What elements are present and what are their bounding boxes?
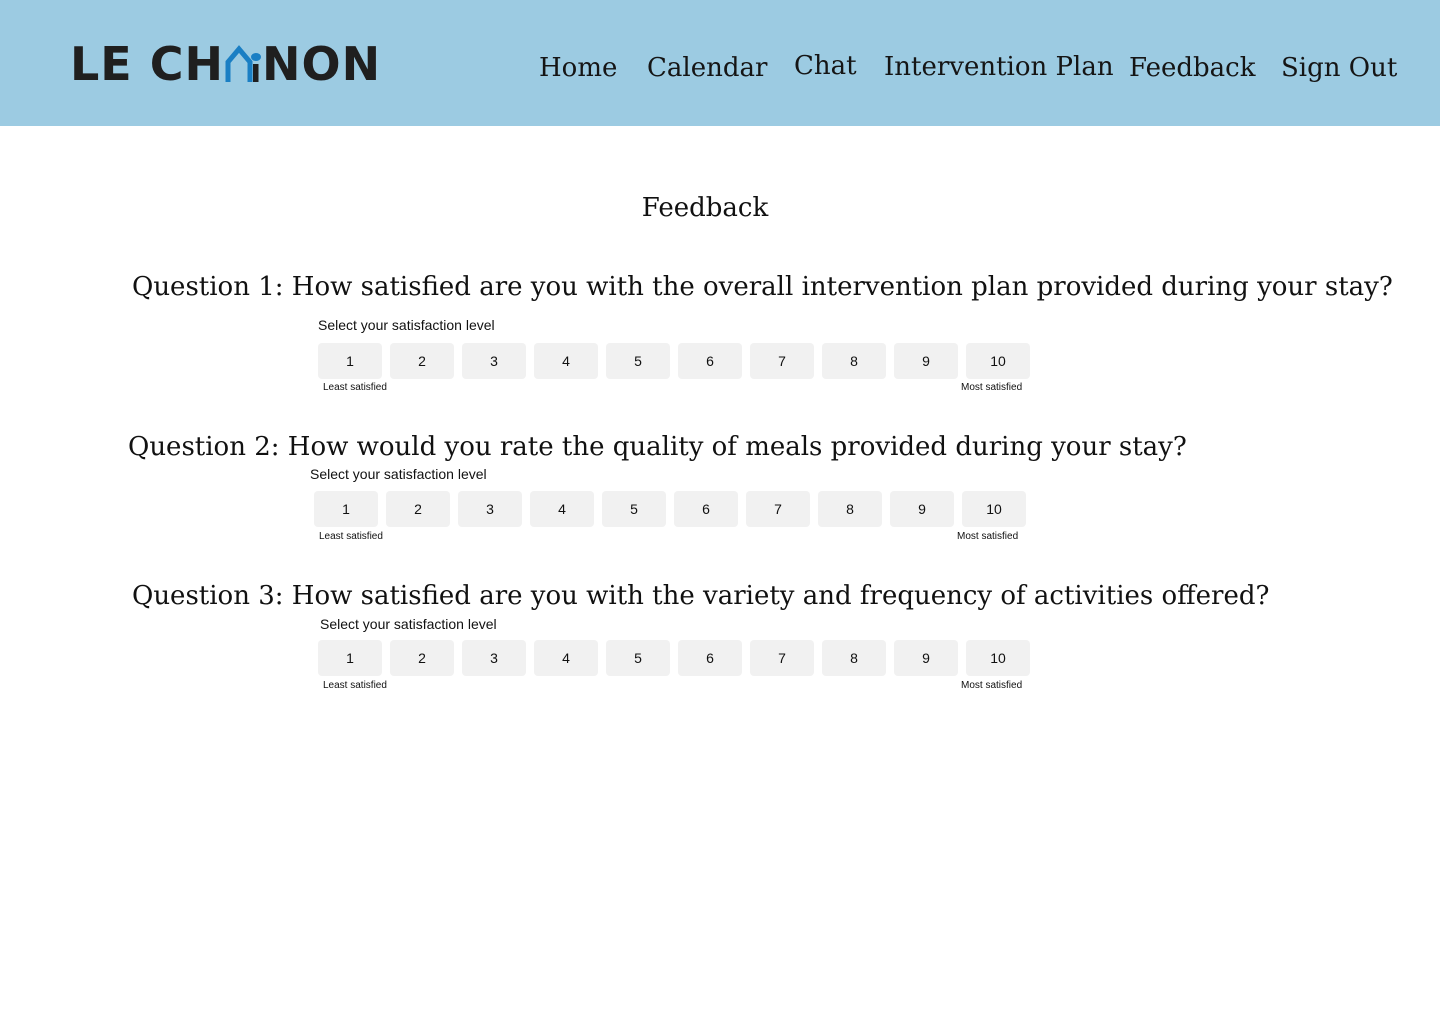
logo-text-right: NON xyxy=(262,37,382,91)
question-2-rating-scale: 1 2 3 4 5 6 7 8 9 10 xyxy=(314,491,1026,527)
rating-option-7[interactable]: 7 xyxy=(746,491,810,527)
rating-option-2[interactable]: 2 xyxy=(390,640,454,676)
question-2-max-label: Most satisfied xyxy=(957,531,1019,542)
rating-option-6[interactable]: 6 xyxy=(674,491,738,527)
rating-option-5[interactable]: 5 xyxy=(602,491,666,527)
question-2-min-label: Least satisfied xyxy=(319,531,383,542)
rating-option-10[interactable]: 10 xyxy=(966,640,1030,676)
nav-feedback[interactable]: Feedback xyxy=(1129,50,1256,86)
top-header: LE CH NON Home Calendar Chat Interventio… xyxy=(0,0,1440,126)
question-3-max-label: Most satisfied xyxy=(961,680,1023,691)
rating-option-7[interactable]: 7 xyxy=(750,343,814,379)
rating-option-4[interactable]: 4 xyxy=(534,640,598,676)
rating-option-4[interactable]: 4 xyxy=(530,491,594,527)
rating-option-6[interactable]: 6 xyxy=(678,343,742,379)
logo-text-left: LE CH xyxy=(70,37,225,91)
rating-option-10[interactable]: 10 xyxy=(962,491,1026,527)
rating-option-9[interactable]: 9 xyxy=(894,343,958,379)
nav-home[interactable]: Home xyxy=(539,50,617,86)
rating-option-5[interactable]: 5 xyxy=(606,640,670,676)
question-3-text: Question 3: How satisfied are you with t… xyxy=(132,581,1270,611)
rating-option-5[interactable]: 5 xyxy=(606,343,670,379)
rating-option-1[interactable]: 1 xyxy=(318,640,382,676)
rating-option-8[interactable]: 8 xyxy=(818,491,882,527)
rating-option-4[interactable]: 4 xyxy=(534,343,598,379)
rating-option-3[interactable]: 3 xyxy=(458,491,522,527)
rating-option-8[interactable]: 8 xyxy=(822,640,886,676)
rating-option-1[interactable]: 1 xyxy=(314,491,378,527)
rating-option-3[interactable]: 3 xyxy=(462,343,526,379)
question-1-rating-scale: 1 2 3 4 5 6 7 8 9 10 xyxy=(318,343,1030,379)
rating-option-2[interactable]: 2 xyxy=(390,343,454,379)
page-title: Feedback xyxy=(641,193,769,223)
le-chainon-logo[interactable]: LE CH NON xyxy=(70,40,381,88)
question-3-scale-label: Select your satisfaction level xyxy=(320,616,497,632)
question-2-scale-label: Select your satisfaction level xyxy=(310,466,487,482)
rating-option-6[interactable]: 6 xyxy=(678,640,742,676)
nav-calendar[interactable]: Calendar xyxy=(647,50,767,86)
question-3-min-label: Least satisfied xyxy=(323,680,387,691)
nav-sign-out[interactable]: Sign Out xyxy=(1281,50,1397,86)
nav-intervention-plan[interactable]: Intervention Plan xyxy=(884,49,1114,85)
rating-option-9[interactable]: 9 xyxy=(890,491,954,527)
nav-chat[interactable]: Chat xyxy=(794,48,857,84)
question-2-text: Question 2: How would you rate the quali… xyxy=(128,432,1187,462)
question-1-text: Question 1: How satisfied are you with t… xyxy=(132,272,1393,302)
house-a-logo-icon xyxy=(225,45,262,82)
question-1-scale-label: Select your satisfaction level xyxy=(318,317,495,333)
question-1-min-label: Least satisfied xyxy=(323,382,387,393)
rating-option-3[interactable]: 3 xyxy=(462,640,526,676)
rating-option-9[interactable]: 9 xyxy=(894,640,958,676)
rating-option-7[interactable]: 7 xyxy=(750,640,814,676)
rating-option-10[interactable]: 10 xyxy=(966,343,1030,379)
question-1-max-label: Most satisfied xyxy=(961,382,1023,393)
rating-option-8[interactable]: 8 xyxy=(822,343,886,379)
rating-option-2[interactable]: 2 xyxy=(386,491,450,527)
rating-option-1[interactable]: 1 xyxy=(318,343,382,379)
question-3-rating-scale: 1 2 3 4 5 6 7 8 9 10 xyxy=(318,640,1030,676)
